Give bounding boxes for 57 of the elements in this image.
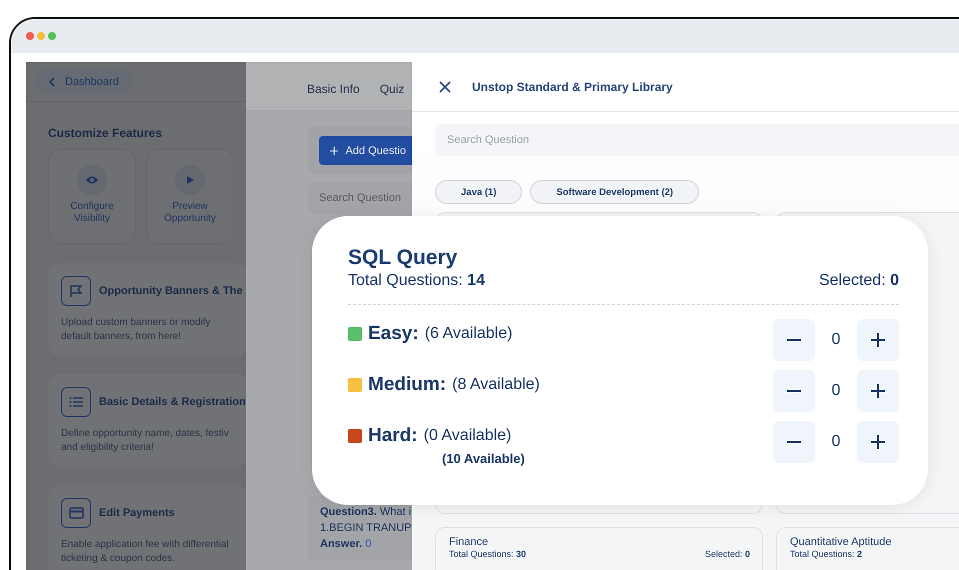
feature-title: Edit Payments: [99, 507, 175, 519]
eye-icon: [85, 175, 99, 185]
answer-text: Answer. 0: [320, 538, 372, 550]
flag-icon: [61, 276, 91, 306]
available-note: (10 Available): [442, 451, 525, 466]
panel-title: Unstop Standard & Primary Library: [472, 80, 673, 94]
section-title: Customize Features: [48, 126, 164, 140]
filter-chip[interactable]: Java (1): [435, 180, 522, 204]
available-count: (6 Available): [424, 325, 512, 343]
list-icon: [61, 387, 91, 417]
close-icon: [439, 80, 451, 92]
play-icon: [185, 175, 195, 185]
question-text: Question3. What i: [320, 506, 412, 518]
question-option: 1.BEGIN TRANUP: [320, 522, 412, 534]
window-controls-icon[interactable]: [26, 31, 56, 41]
plus-icon: [871, 384, 885, 398]
category-title: Quantitative Aptitude: [790, 536, 893, 548]
difficulty-label: Easy:: [368, 323, 419, 345]
category-card[interactable]: Finance Total Questions: 30 Selected: 0: [435, 527, 763, 570]
tab[interactable]: Quiz: [380, 82, 404, 96]
count-value: 0: [830, 331, 842, 349]
difficulty-label: Medium:: [368, 374, 446, 396]
category-card[interactable]: Quantitative Aptitude Total Questions: 2: [776, 527, 959, 570]
feature-description: Enable application fee with differential ticketing & coupon codes.: [61, 538, 230, 566]
category-title: Finance: [449, 536, 490, 548]
popup-title: SQL Query: [348, 246, 458, 270]
increment-button[interactable]: [857, 421, 899, 463]
total-questions: Total Questions: 30: [449, 549, 526, 559]
tab[interactable]: Basic Info: [307, 82, 360, 96]
total-questions: Total Questions: 2: [790, 549, 862, 559]
feature-description: Upload custom banners or modify default banners, from here!: [61, 316, 212, 344]
available-count: (0 Available): [424, 427, 512, 445]
increment-button[interactable]: [857, 370, 899, 412]
close-button[interactable]: [437, 78, 453, 94]
difficulty-label: Hard:: [368, 425, 418, 447]
increment-button[interactable]: [857, 319, 899, 361]
selected-count: Selected: 0: [818, 272, 899, 290]
total-questions: Total Questions: 14: [348, 272, 485, 290]
selected-count: Selected: 0: [704, 549, 750, 559]
minus-icon: [787, 441, 801, 443]
plus-icon: [330, 146, 338, 156]
chevron-left-icon: [48, 76, 56, 86]
plus-icon: [871, 333, 885, 347]
feature-description: Define opportunity name, dates, festiv and eligibility criteria!: [61, 427, 230, 455]
search-field[interactable]: Search Question: [308, 182, 412, 214]
feature-title: Opportunity Banners & The: [99, 285, 243, 297]
count-value: 0: [830, 433, 842, 451]
available-count: (8 Available): [452, 376, 540, 394]
count-value: 0: [830, 382, 842, 400]
add-question-button[interactable]: Add Questio: [319, 136, 412, 165]
feature-title: Basic Details & Registration: [99, 396, 246, 408]
search-field[interactable]: Search Question: [435, 124, 959, 156]
minus-icon: [787, 339, 801, 341]
credit-card-icon: [61, 498, 91, 528]
plus-icon: [871, 435, 885, 449]
filter-chip[interactable]: Software Development (2): [530, 180, 700, 204]
minus-icon: [787, 390, 801, 392]
